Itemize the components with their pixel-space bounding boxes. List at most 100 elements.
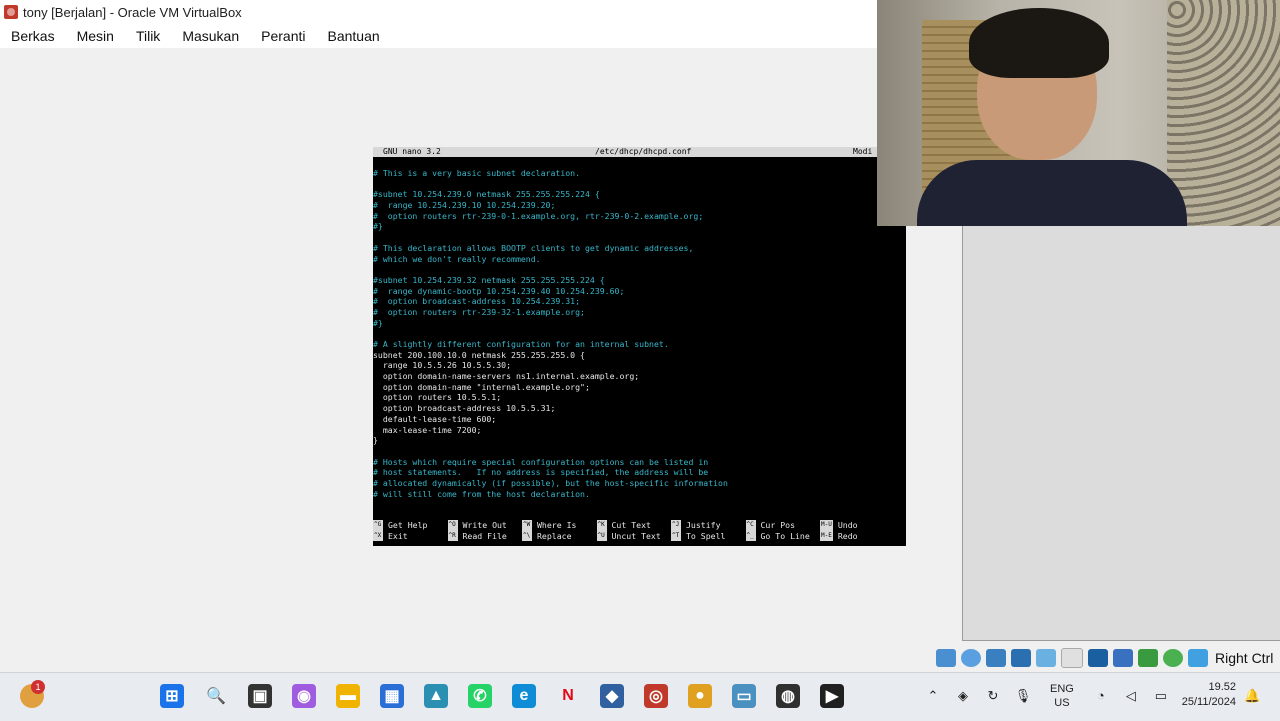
menu-bantuan[interactable]: Bantuan — [316, 28, 390, 44]
code-line: # This declaration allows BOOTP clients … — [373, 242, 694, 253]
network-icon[interactable] — [1011, 649, 1031, 667]
language-indicator[interactable]: ENG US — [1050, 682, 1074, 710]
shortcut-label: Write Out — [462, 520, 507, 530]
nano-shortcut-bar: ^G Get Help ^O Write Out ^W Where Is ^K Cut Tex… — [373, 520, 906, 542]
shortcut-label: Justify — [686, 520, 721, 530]
code-line: # option routers rtr-239-32-1.example.or… — [373, 306, 585, 317]
start-icon[interactable]: ⊞ — [160, 684, 184, 708]
nano-shortcut: ^U Uncut Text — [596, 530, 672, 542]
task-view-icon[interactable]: ▣ — [248, 684, 272, 708]
code-line: option routers 10.5.5.1; — [373, 392, 502, 403]
taskbar-apps: ⊞ 🔍 ▣ ◉ ▬ ▦ ▲ ✆ e N ◆ ◎ ● ▭ ◍ ▶ — [150, 672, 854, 720]
audio-icon[interactable] — [986, 649, 1006, 667]
system-tray: ⌃ ◈ ↻ 🎙 ENG US ◔ ◁ ▭ — [918, 672, 1176, 720]
menu-masukan[interactable]: Masukan — [171, 28, 250, 44]
window-titlebar: tony [Berjalan] - Oracle VM VirtualBox — [0, 0, 878, 24]
search-icon[interactable]: 🔍 — [204, 684, 228, 708]
nano-header-bar: GNU nano 3.2 /etc/dhcp/dhcpd.conf Modi — [373, 147, 906, 157]
code-line: # which we don't really recommend. — [373, 253, 541, 264]
security-icon[interactable]: ◈ — [954, 687, 972, 705]
chevron-up-icon[interactable]: ⌃ — [924, 687, 942, 705]
cpu-icon[interactable] — [1138, 649, 1158, 667]
sync-icon[interactable]: ↻ — [984, 687, 1002, 705]
nano-shortcut: ^W Where Is — [522, 520, 597, 531]
code-line: # option routers rtr-239-0-1.example.org… — [373, 210, 704, 221]
virtualbox-icon[interactable]: ◆ — [600, 684, 624, 708]
code-line: option domain-name "internal.example.org… — [373, 381, 590, 392]
shortcut-label: Cut Text — [611, 520, 651, 530]
usb-icon[interactable] — [1036, 649, 1056, 667]
shortcut-label: Redo — [837, 530, 858, 541]
code-line: #} — [373, 221, 383, 232]
nano-shortcut: ^O Write Out — [447, 520, 523, 531]
nano-shortcut: ^C Cur Pos — [745, 520, 821, 531]
recording-icon[interactable] — [1113, 649, 1133, 667]
nano-shortcut: ^X Exit — [373, 530, 448, 542]
shortcut-key: ^W — [522, 520, 532, 531]
wifi-icon[interactable]: ◔ — [1092, 687, 1110, 705]
nano-shortcut: ^\ Replace — [522, 530, 597, 542]
shortcut-label: Where Is — [537, 520, 577, 530]
shortcut-row-2: ^X Exit ^R Read File ^\ Replace ^U Uncut Text ^T… — [373, 530, 906, 542]
microphone-icon[interactable]: 🎙 — [1014, 687, 1032, 705]
code-line: # host statements. If no address is spec… — [373, 467, 709, 478]
code-line: option broadcast-address 10.5.5.31; — [373, 403, 556, 414]
shortcut-key: ^_ — [745, 530, 756, 542]
davinci-icon[interactable]: ◍ — [776, 684, 800, 708]
shortcut-key: ^O — [447, 520, 458, 531]
code-line: max-lease-time 7200; — [373, 424, 482, 435]
menu-berkas[interactable]: Berkas — [0, 28, 66, 44]
store-icon[interactable]: ▦ — [380, 684, 404, 708]
debian-vm-icon[interactable]: ◎ — [644, 684, 668, 708]
shortcut-label: To Spell — [686, 530, 726, 541]
host-key-label: Right Ctrl — [1215, 650, 1274, 666]
keyboard-capture-icon[interactable] — [1188, 649, 1208, 667]
copilot-icon[interactable]: ◉ — [292, 684, 316, 708]
shortcut-key: ^C — [745, 520, 756, 531]
keyboard-layout: US — [1054, 697, 1070, 709]
vm-terminal-screen[interactable]: GNU nano 3.2 /etc/dhcp/dhcpd.conf Modi #… — [373, 147, 906, 546]
shortcut-key: ^X — [373, 530, 383, 542]
clock[interactable]: 19.52 25/11/2024 — [1166, 680, 1236, 710]
edge-icon[interactable]: e — [512, 684, 536, 708]
media-player-icon[interactable]: ▶ — [820, 684, 844, 708]
time: 19.52 — [1208, 681, 1236, 693]
code-line: # allocated dynamically (if possible), b… — [373, 477, 728, 488]
code-line: #subnet 10.254.239.0 netmask 255.255.255… — [373, 189, 600, 200]
optical-drive-icon[interactable] — [961, 649, 981, 667]
webcam-overlay — [877, 0, 1280, 226]
code-line: subnet 200.100.10.0 netmask 255.255.255.… — [373, 349, 585, 360]
netflix-icon[interactable]: N — [556, 684, 580, 708]
shortcut-key: ^U — [596, 530, 607, 542]
nano-editor-buffer[interactable]: # This is a very basic subnet declaratio… — [373, 168, 728, 499]
mouse-integration-icon[interactable] — [1163, 649, 1183, 667]
file-explorer-icon[interactable]: ▬ — [336, 684, 360, 708]
display-icon[interactable] — [1088, 649, 1108, 667]
code-line: # range dynamic-bootp 10.254.239.40 10.2… — [373, 285, 625, 296]
code-line: # will still come from the host declarat… — [373, 488, 590, 499]
shortcut-key: ^J — [671, 520, 681, 531]
code-line: # option broadcast-address 10.254.239.31… — [373, 296, 581, 307]
shared-folder-icon[interactable] — [1061, 648, 1083, 668]
code-line: #} — [373, 317, 383, 328]
person-hair — [969, 8, 1109, 78]
menu-tilik[interactable]: Tilik — [125, 28, 171, 44]
code-line: # A slightly different configuration for… — [373, 339, 669, 349]
chrome-icon[interactable]: ● — [688, 684, 712, 708]
remote-desktop-icon[interactable]: ▭ — [732, 684, 756, 708]
nano-filename: /etc/dhcp/dhcpd.conf — [595, 147, 692, 156]
volume-icon[interactable]: ◁ — [1122, 687, 1140, 705]
notification-bell-icon[interactable]: 🔔 — [1244, 688, 1260, 704]
date: 25/11/2024 — [1181, 696, 1236, 708]
hard-disk-icon[interactable] — [936, 649, 956, 667]
shortcut-key: ^K — [596, 520, 607, 531]
menu-mesin[interactable]: Mesin — [66, 28, 125, 44]
menu-peranti[interactable]: Peranti — [250, 28, 316, 44]
window-title: tony [Berjalan] - Oracle VM VirtualBox — [23, 4, 242, 20]
whatsapp-icon[interactable]: ✆ — [468, 684, 492, 708]
photos-icon[interactable]: ▲ — [424, 684, 448, 708]
